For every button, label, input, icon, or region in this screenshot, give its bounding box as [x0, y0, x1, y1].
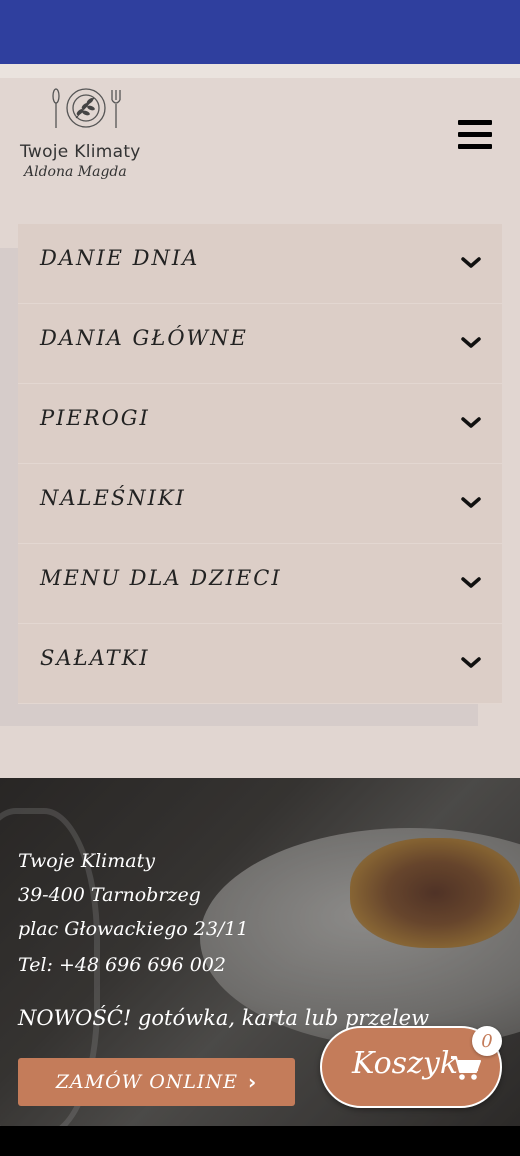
chevron-down-icon	[461, 417, 481, 428]
system-nav-bar	[0, 1126, 520, 1156]
footer-city: 39-400 Tarnobrzeg	[18, 884, 201, 906]
chevron-down-icon	[461, 577, 481, 588]
chevron-down-icon	[461, 657, 481, 668]
menu-item-menu-dla-dzieci[interactable]: MENU DLA DZIECI	[18, 544, 502, 624]
brand-owner: Aldona Magda	[24, 164, 127, 180]
hamburger-bar	[458, 120, 492, 125]
status-bar	[0, 0, 520, 64]
menu-item-label: NALEŚNIKI	[40, 486, 186, 510]
menu-item-danie-dnia[interactable]: DANIE DNIA	[18, 224, 502, 304]
menu-item-label: PIEROGI	[40, 406, 150, 430]
menu-item-salatki[interactable]: SAŁATKI	[18, 624, 502, 704]
hamburger-bar	[458, 144, 492, 149]
order-online-button[interactable]: ZAMÓW ONLINE ›	[18, 1058, 295, 1106]
menu-item-label: DANIE DNIA	[40, 246, 200, 270]
footer-phone[interactable]: Tel: +48 696 696 002	[18, 954, 226, 976]
brand-name: Twoje Klimaty	[20, 142, 141, 162]
logo[interactable]: Twoje Klimaty Aldona Magda	[16, 86, 161, 186]
order-online-label: ZAMÓW ONLINE	[55, 1071, 239, 1093]
category-menu: DANIE DNIA DANIA GŁÓWNE PIEROGI NALEŚNIK…	[18, 224, 502, 704]
footer-restaurant-name: Twoje Klimaty	[18, 850, 155, 872]
cart-label: Koszyk	[352, 1046, 458, 1081]
top-strip	[0, 64, 520, 78]
chevron-down-icon	[461, 497, 481, 508]
cart-count-badge: 0	[472, 1026, 502, 1056]
menu-item-label: MENU DLA DZIECI	[40, 566, 282, 590]
menu-item-dania-glowne[interactable]: DANIA GŁÓWNE	[18, 304, 502, 384]
menu-item-nalesniki[interactable]: NALEŚNIKI	[18, 464, 502, 544]
menu-item-pierogi[interactable]: PIEROGI	[18, 384, 502, 464]
menu-item-label: DANIA GŁÓWNE	[40, 326, 248, 350]
chevron-down-icon	[461, 257, 481, 268]
hamburger-bar	[458, 132, 492, 137]
footer-street: plac Głowackiego 23/11	[18, 918, 249, 940]
plate-cutlery-icon	[52, 88, 121, 128]
shopping-cart-icon	[451, 1056, 481, 1080]
chevron-right-icon: ›	[248, 1070, 258, 1094]
hamburger-icon[interactable]	[458, 120, 492, 150]
page-content: Twoje Klimaty Aldona Magda DANIE DNIA DA…	[0, 78, 520, 778]
menu-item-label: SAŁATKI	[40, 646, 150, 670]
chevron-down-icon	[461, 337, 481, 348]
